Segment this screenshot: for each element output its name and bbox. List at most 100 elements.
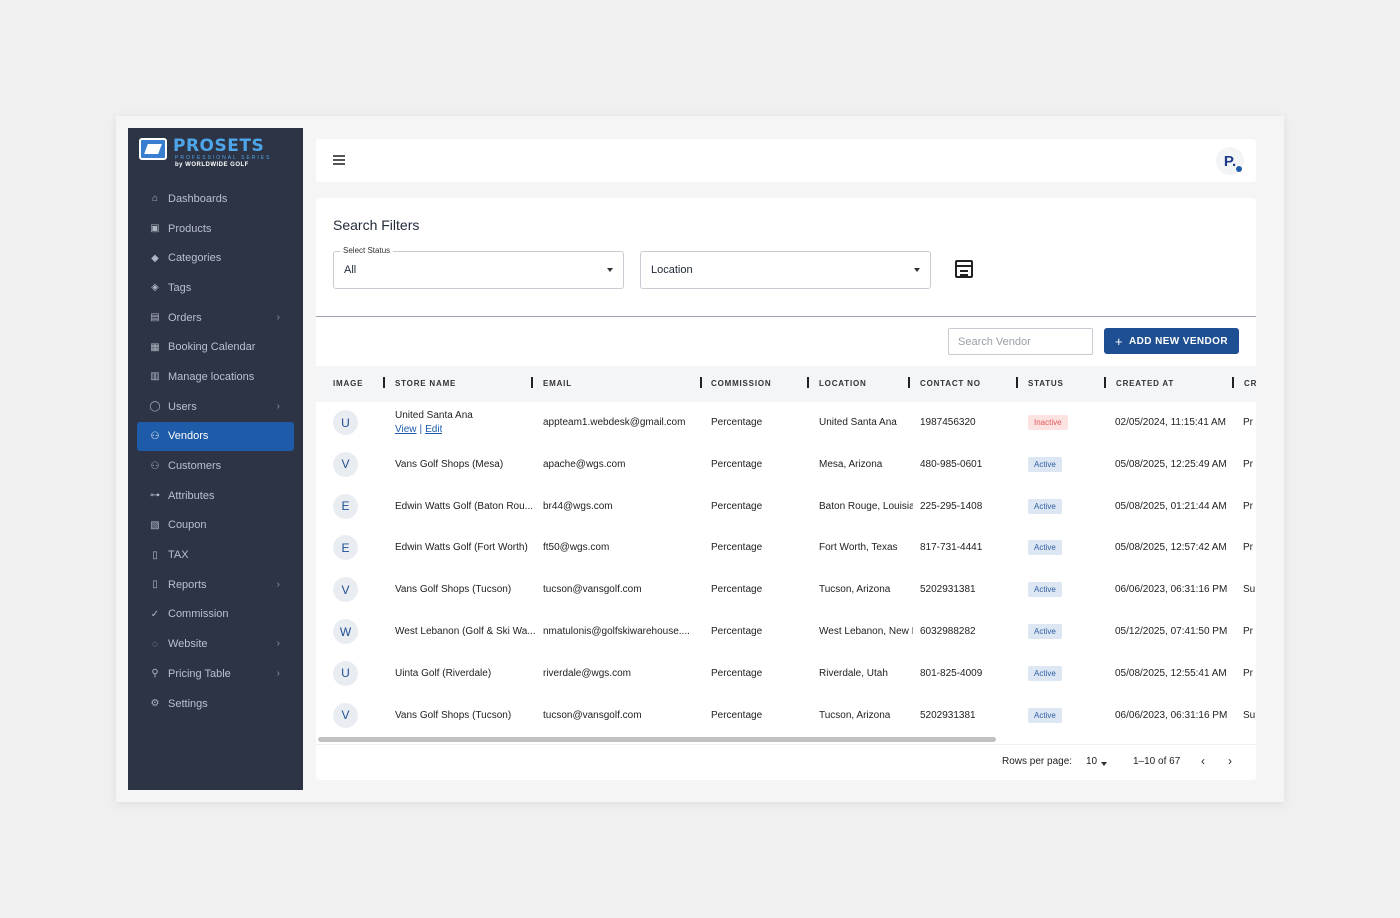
horizontal-scrollbar[interactable]	[318, 737, 996, 742]
status-badge: Active	[1028, 707, 1062, 723]
column-header-contact-no[interactable]: CONTACT NO	[920, 379, 981, 388]
table-row[interactable]: U Uinta Golf (Riverdale) riverdale@wgs.com…	[316, 653, 1256, 695]
sidebar-item-customers[interactable]: ⚇ Customers	[137, 451, 294, 481]
column-resize-handle[interactable]	[1104, 377, 1106, 388]
created-by-truncated: Pr	[1243, 542, 1253, 554]
column-header-image[interactable]: IMAGE	[333, 379, 363, 388]
vendor-avatar: U	[333, 660, 358, 686]
column-header-created-at[interactable]: CREATED AT	[1116, 379, 1174, 388]
sidebar-item-tax[interactable]: ▯ TAX	[137, 540, 294, 570]
vendor-avatar: E	[333, 493, 358, 519]
store-name: West Lebanon (Golf & Ski Wa...	[395, 626, 535, 637]
user-avatar[interactable]: P.	[1216, 147, 1244, 175]
prev-page-icon[interactable]: ‹	[1195, 753, 1211, 769]
vendor-avatar: W	[333, 619, 358, 644]
logo-icon	[139, 138, 167, 160]
column-resize-handle[interactable]	[807, 377, 809, 388]
sidebar-item-booking-calendar[interactable]: ▦ Booking Calendar	[137, 332, 294, 362]
column-resize-handle[interactable]	[700, 377, 702, 388]
sidebar-item-label: Settings	[168, 697, 208, 710]
sidebar-item-label: Coupon	[168, 519, 207, 532]
edit-link[interactable]: Edit	[425, 424, 442, 435]
vendor-email: tucson@vansgolf.com	[543, 584, 642, 596]
commission-type: Percentage	[711, 584, 763, 596]
contact-number: 1987456320	[920, 417, 976, 428]
menu-icon[interactable]	[333, 155, 345, 165]
column-header-store-name[interactable]: STORE NAME	[395, 379, 456, 388]
sidebar-item-label: Customers	[168, 460, 222, 473]
chevron-right-icon: ›	[276, 638, 280, 650]
add-new-vendor-label: ADD NEW VENDOR	[1129, 335, 1228, 347]
hierarchy-icon: ⊶	[150, 490, 160, 502]
table-row[interactable]: V Vans Golf Shops (Mesa) apache@wgs.com Per…	[316, 444, 1256, 486]
sidebar-item-users[interactable]: ◯ Users ›	[137, 392, 294, 422]
created-at: 06/06/2023, 06:31:16 PM	[1115, 584, 1228, 596]
table-row[interactable]: V Vans Golf Shops (Tucson) tucson@vansgolf…	[316, 695, 1256, 737]
add-new-vendor-button[interactable]: + ADD NEW VENDOR	[1104, 328, 1239, 354]
sidebar-item-coupon[interactable]: ▧ Coupon	[137, 511, 294, 541]
sidebar-item-orders[interactable]: ▤ Orders ›	[137, 303, 294, 333]
status-dot	[1236, 166, 1242, 172]
plus-icon: +	[1115, 333, 1124, 349]
calendar-icon[interactable]	[955, 260, 973, 278]
sidebar-item-label: Dashboards	[168, 192, 228, 205]
table-row[interactable]: E Edwin Watts Golf (Fort Worth) ft50@wgs.c…	[316, 527, 1256, 569]
store-icon: ⚇	[150, 430, 160, 442]
sidebar-item-reports[interactable]: ▯ Reports ›	[137, 570, 294, 600]
created-at: 05/08/2025, 12:55:41 AM	[1115, 667, 1227, 679]
column-resize-handle[interactable]	[908, 377, 910, 388]
sidebar-item-dashboards[interactable]: ⌂ Dashboards	[137, 184, 294, 214]
created-by-truncated: Pr	[1243, 626, 1253, 637]
column-header-email[interactable]: EMAIL	[543, 379, 572, 388]
created-at: 06/06/2023, 06:31:16 PM	[1115, 709, 1228, 721]
status-badge: Inactive	[1028, 415, 1068, 430]
rows-per-page-select[interactable]: 10	[1086, 756, 1097, 767]
view-link[interactable]: View	[395, 424, 417, 435]
vendor-email: br44@wgs.com	[543, 500, 613, 512]
search-vendor-input[interactable]: Search Vendor	[948, 328, 1093, 355]
commission-type: Percentage	[711, 667, 763, 679]
vendor-location: Fort Worth, Texas	[819, 542, 898, 554]
row-actions: View | Edit	[395, 424, 442, 435]
table-row[interactable]: V Vans Golf Shops (Tucson) tucson@vansgolf…	[316, 569, 1256, 611]
table-row[interactable]: E Edwin Watts Golf (Baton Rou... br44@wgs.…	[316, 486, 1256, 528]
column-resize-handle[interactable]	[1232, 377, 1234, 388]
column-resize-handle[interactable]	[1016, 377, 1018, 388]
column-header-status[interactable]: STATUS	[1028, 379, 1064, 388]
sidebar-item-categories[interactable]: ◆ Categories	[137, 243, 294, 273]
sidebar-item-vendors[interactable]: ⚇ Vendors	[137, 421, 294, 452]
sidebar-item-label: Booking Calendar	[168, 341, 256, 354]
location-select[interactable]: Location	[640, 251, 931, 289]
next-page-icon[interactable]: ›	[1222, 753, 1238, 769]
location-select-value: Location	[651, 264, 693, 276]
created-at: 05/12/2025, 07:41:50 PM	[1115, 626, 1228, 637]
clipboard-icon: ▤	[150, 312, 160, 324]
store-name: Vans Golf Shops (Mesa)	[395, 458, 504, 470]
created-by-truncated: Pr	[1243, 417, 1253, 428]
caret-down-icon[interactable]	[1101, 762, 1107, 766]
sidebar-item-commission[interactable]: ✓ Commission	[137, 600, 294, 630]
box-icon: ▣	[150, 223, 160, 235]
brand-logo[interactable]: PROSETS PROFESSIONAL SERIES by WORLDWIDE…	[139, 136, 279, 172]
brand-subtitle: PROFESSIONAL SERIES	[175, 155, 272, 161]
status-badge: Active	[1028, 582, 1062, 598]
sidebar-item-products[interactable]: ▣ Products	[137, 214, 294, 244]
sidebar-item-label: Users	[168, 400, 197, 413]
column-header-cr[interactable]: CR	[1244, 379, 1256, 388]
brand-byline: by WORLDWIDE GOLF	[175, 162, 249, 168]
table-row[interactable]: U United Santa Ana View | Edit appteam1.webde…	[316, 402, 1256, 444]
sidebar-item-attributes[interactable]: ⊶ Attributes	[137, 481, 294, 511]
status-select[interactable]: Select Status All	[333, 246, 624, 289]
sidebar-item-website[interactable]: ◌ Website ›	[137, 629, 294, 659]
sidebar-item-settings[interactable]: ⚙ Settings	[137, 689, 294, 719]
sidebar-item-label: Attributes	[168, 489, 215, 502]
column-resize-handle[interactable]	[383, 377, 385, 388]
sidebar-item-manage-locations[interactable]: ▥ Manage locations	[137, 362, 294, 392]
sidebar-item-label: Categories	[168, 252, 222, 265]
sidebar-item-tags[interactable]: ◈ Tags	[137, 273, 294, 303]
sidebar-item-pricing-table[interactable]: ⚲ Pricing Table ›	[137, 659, 294, 689]
table-row[interactable]: W West Lebanon (Golf & Ski Wa... nmatuloni…	[316, 611, 1256, 653]
column-resize-handle[interactable]	[531, 377, 533, 388]
column-header-commission[interactable]: COMMISSION	[711, 379, 771, 388]
column-header-location[interactable]: LOCATION	[819, 379, 867, 388]
